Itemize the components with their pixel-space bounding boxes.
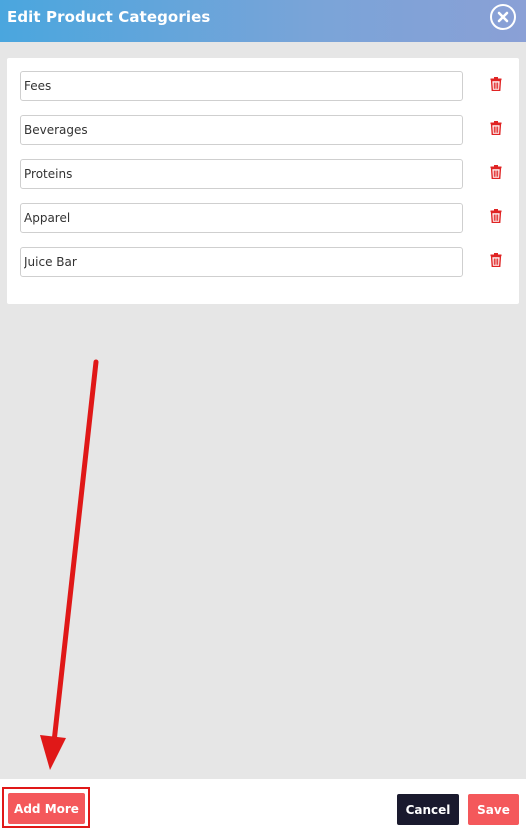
trash-icon[interactable] (490, 165, 502, 179)
category-input[interactable] (20, 71, 463, 101)
category-row (20, 247, 520, 277)
dialog-title: Edit Product Categories (7, 8, 211, 26)
category-input[interactable] (20, 203, 463, 233)
category-input[interactable] (20, 159, 463, 189)
trash-icon[interactable] (490, 77, 502, 91)
close-button[interactable] (490, 4, 516, 30)
trash-icon[interactable] (490, 253, 502, 267)
dialog-header: Edit Product Categories (0, 0, 526, 42)
category-row (20, 71, 520, 101)
categories-panel (7, 58, 519, 304)
trash-icon[interactable] (490, 209, 502, 223)
close-icon (497, 11, 509, 23)
category-row (20, 159, 520, 189)
category-input[interactable] (20, 115, 463, 145)
trash-icon[interactable] (490, 121, 502, 135)
category-row (20, 203, 520, 233)
save-button[interactable]: Save (468, 794, 519, 825)
category-row (20, 115, 520, 145)
add-more-button[interactable]: Add More (8, 793, 85, 824)
category-input[interactable] (20, 247, 463, 277)
edit-categories-dialog: Edit Product Categories Fees Beverages P… (0, 0, 526, 833)
cancel-button[interactable]: Cancel (397, 794, 459, 825)
